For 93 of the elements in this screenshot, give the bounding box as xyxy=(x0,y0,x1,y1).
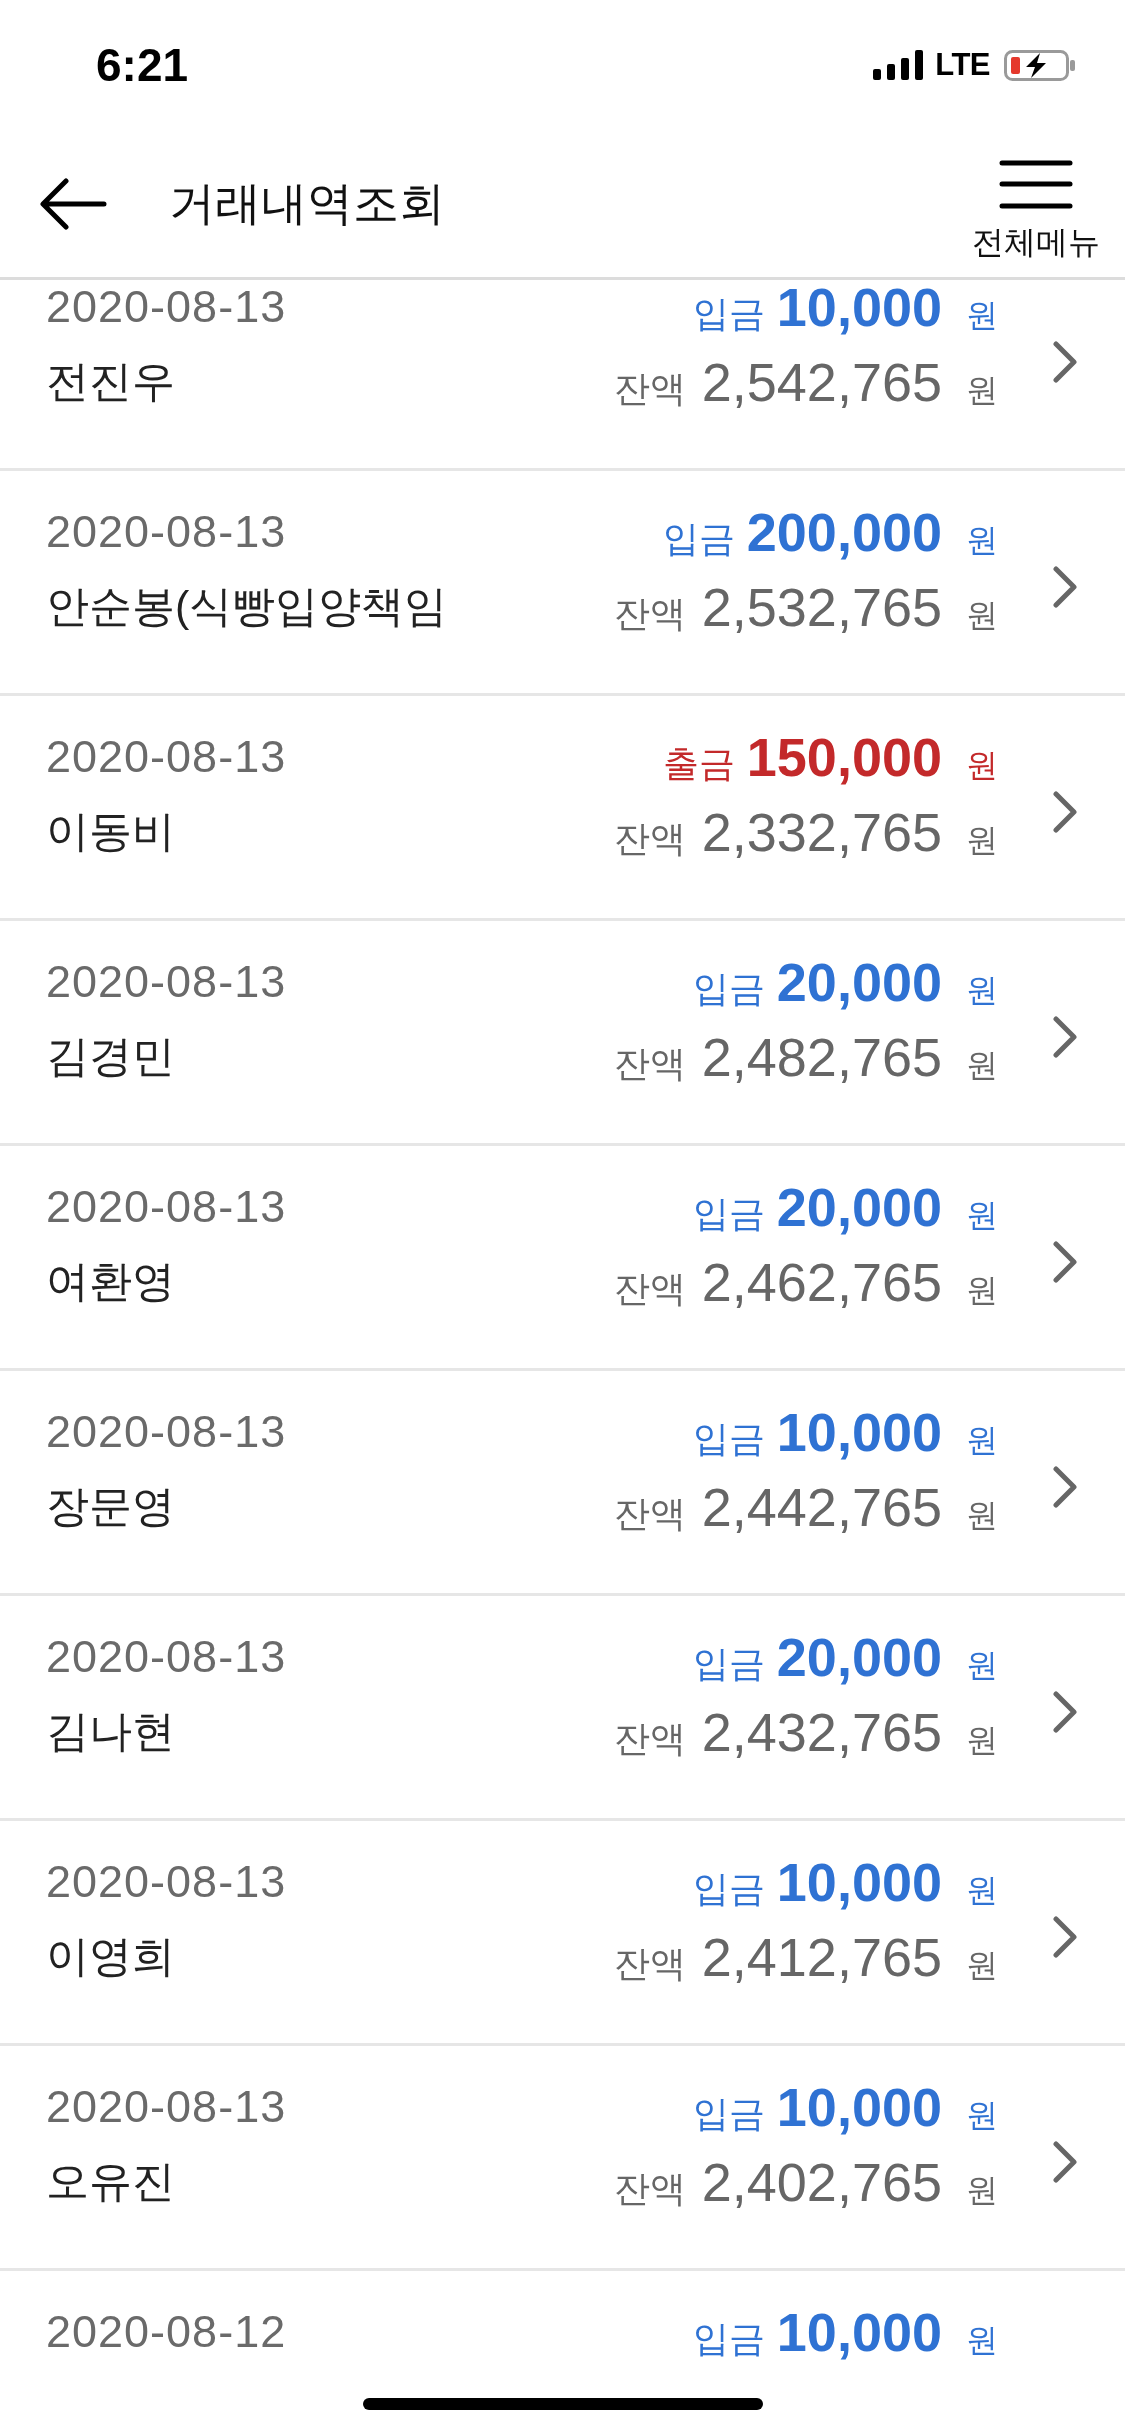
currency-unit: 원 xyxy=(966,972,998,1008)
transaction-type-label: 입금 xyxy=(692,968,765,1009)
transaction-type-label: 입금 xyxy=(692,1193,765,1234)
currency-unit: 원 xyxy=(966,2172,998,2208)
currency-unit: 원 xyxy=(966,1272,998,1308)
network-label: LTE xyxy=(935,47,990,83)
transaction-amount: 20,000 xyxy=(776,952,942,1012)
signal-icon xyxy=(873,50,924,80)
currency-unit: 원 xyxy=(966,522,998,558)
transaction-date: 2020-08-13 xyxy=(46,2080,287,2134)
chevron-right-icon xyxy=(1053,2140,1077,2184)
currency-unit: 원 xyxy=(966,297,998,333)
counterparty-name: 김나현 xyxy=(46,1706,175,1757)
balance-amount: 2,482,765 xyxy=(701,1027,942,1087)
currency-unit: 원 xyxy=(966,1422,998,1458)
chevron-right-icon xyxy=(1053,1240,1077,1284)
counterparty-name: 전진우 xyxy=(46,356,175,407)
transaction-amount: 150,000 xyxy=(746,727,942,787)
back-arrow-icon[interactable] xyxy=(39,177,107,230)
page-title: 거래내역조회 xyxy=(169,175,445,231)
currency-unit: 원 xyxy=(966,1872,998,1908)
balance-amount: 2,402,765 xyxy=(701,2152,942,2212)
transaction-amount: 10,000 xyxy=(776,280,942,337)
counterparty-name: 이영희 xyxy=(46,1931,175,1982)
transaction-amount: 20,000 xyxy=(776,1627,942,1687)
transaction-amount: 10,000 xyxy=(776,2077,942,2137)
transaction-date: 2020-08-13 xyxy=(46,955,287,1009)
menu-icon xyxy=(999,159,1073,210)
counterparty-name: 이동비 xyxy=(46,806,175,857)
transaction-type-label: 입금 xyxy=(692,1418,765,1459)
currency-unit: 원 xyxy=(966,747,998,783)
chevron-right-icon xyxy=(1053,340,1077,384)
transaction-amount: 10,000 xyxy=(776,2302,942,2362)
currency-unit: 원 xyxy=(966,1947,998,1983)
balance-label: 잔액 xyxy=(613,1718,686,1759)
chevron-right-icon xyxy=(1053,1015,1077,1059)
transaction-amount: 200,000 xyxy=(746,502,942,562)
transaction-date: 2020-08-13 xyxy=(46,1630,287,1684)
transaction-date: 2020-08-13 xyxy=(46,505,287,559)
balance-label: 잔액 xyxy=(613,368,686,409)
counterparty-name: 여환영 xyxy=(46,1256,175,1307)
balance-label: 잔액 xyxy=(613,2168,686,2209)
counterparty-name: 김경민 xyxy=(46,1031,175,1082)
chevron-right-icon xyxy=(1053,1465,1077,1509)
transaction-date: 2020-08-13 xyxy=(46,730,287,784)
transaction-date: 2020-08-13 xyxy=(46,1405,287,1459)
transaction-date: 2020-08-13 xyxy=(46,280,287,334)
transaction-date: 2020-08-13 xyxy=(46,1180,287,1234)
currency-unit: 원 xyxy=(966,372,998,408)
balance-label: 잔액 xyxy=(613,818,686,859)
balance-label: 잔액 xyxy=(613,1268,686,1309)
menu-button[interactable]: 전체메뉴 xyxy=(972,159,1100,262)
counterparty-name: 안순봉(식빵입양책임 xyxy=(46,581,448,632)
balance-amount: 2,332,765 xyxy=(701,802,942,862)
chevron-right-icon xyxy=(1053,790,1077,834)
transaction-type-label: 입금 xyxy=(692,1643,765,1684)
currency-unit: 원 xyxy=(966,1722,998,1758)
chevron-right-icon xyxy=(1053,1915,1077,1959)
transaction-type-label: 출금 xyxy=(662,743,735,784)
currency-unit: 원 xyxy=(966,2322,998,2358)
transaction-amount: 20,000 xyxy=(776,1177,942,1237)
chevron-right-icon xyxy=(1053,1690,1077,1734)
balance-label: 잔액 xyxy=(613,593,686,634)
transaction-type-label: 입금 xyxy=(692,293,765,334)
counterparty-name: 장문영 xyxy=(46,1481,175,1532)
battery-charging-icon xyxy=(1004,49,1075,81)
currency-unit: 원 xyxy=(966,1197,998,1233)
transaction-date: 2020-08-12 xyxy=(46,2305,287,2359)
balance-amount: 2,542,765 xyxy=(701,352,942,412)
balance-label: 잔액 xyxy=(613,1493,686,1534)
transaction-type-label: 입금 xyxy=(692,1868,765,1909)
currency-unit: 원 xyxy=(966,597,998,633)
transaction-type-label: 입금 xyxy=(662,518,735,559)
balance-amount: 2,412,765 xyxy=(701,1927,942,1987)
transaction-date: 2020-08-13 xyxy=(46,1855,287,1909)
counterparty-name: 오유진 xyxy=(46,2156,175,2207)
balance-label: 잔액 xyxy=(613,1943,686,1984)
currency-unit: 원 xyxy=(966,1047,998,1083)
chevron-right-icon xyxy=(1053,565,1077,609)
currency-unit: 원 xyxy=(966,2097,998,2133)
transaction-type-label: 입금 xyxy=(692,2093,765,2134)
status-time: 6:21 xyxy=(96,38,189,92)
transaction-type-label: 입금 xyxy=(692,2318,765,2359)
currency-unit: 원 xyxy=(966,1647,998,1683)
balance-amount: 2,462,765 xyxy=(701,1252,942,1312)
currency-unit: 원 xyxy=(966,822,998,858)
balance-amount: 2,532,765 xyxy=(701,577,942,637)
balance-amount: 2,432,765 xyxy=(701,1702,942,1762)
transaction-amount: 10,000 xyxy=(776,1852,942,1912)
transaction-amount: 10,000 xyxy=(776,1402,942,1462)
balance-amount: 2,442,765 xyxy=(701,1477,942,1537)
currency-unit: 원 xyxy=(966,1497,998,1533)
balance-label: 잔액 xyxy=(613,1043,686,1084)
